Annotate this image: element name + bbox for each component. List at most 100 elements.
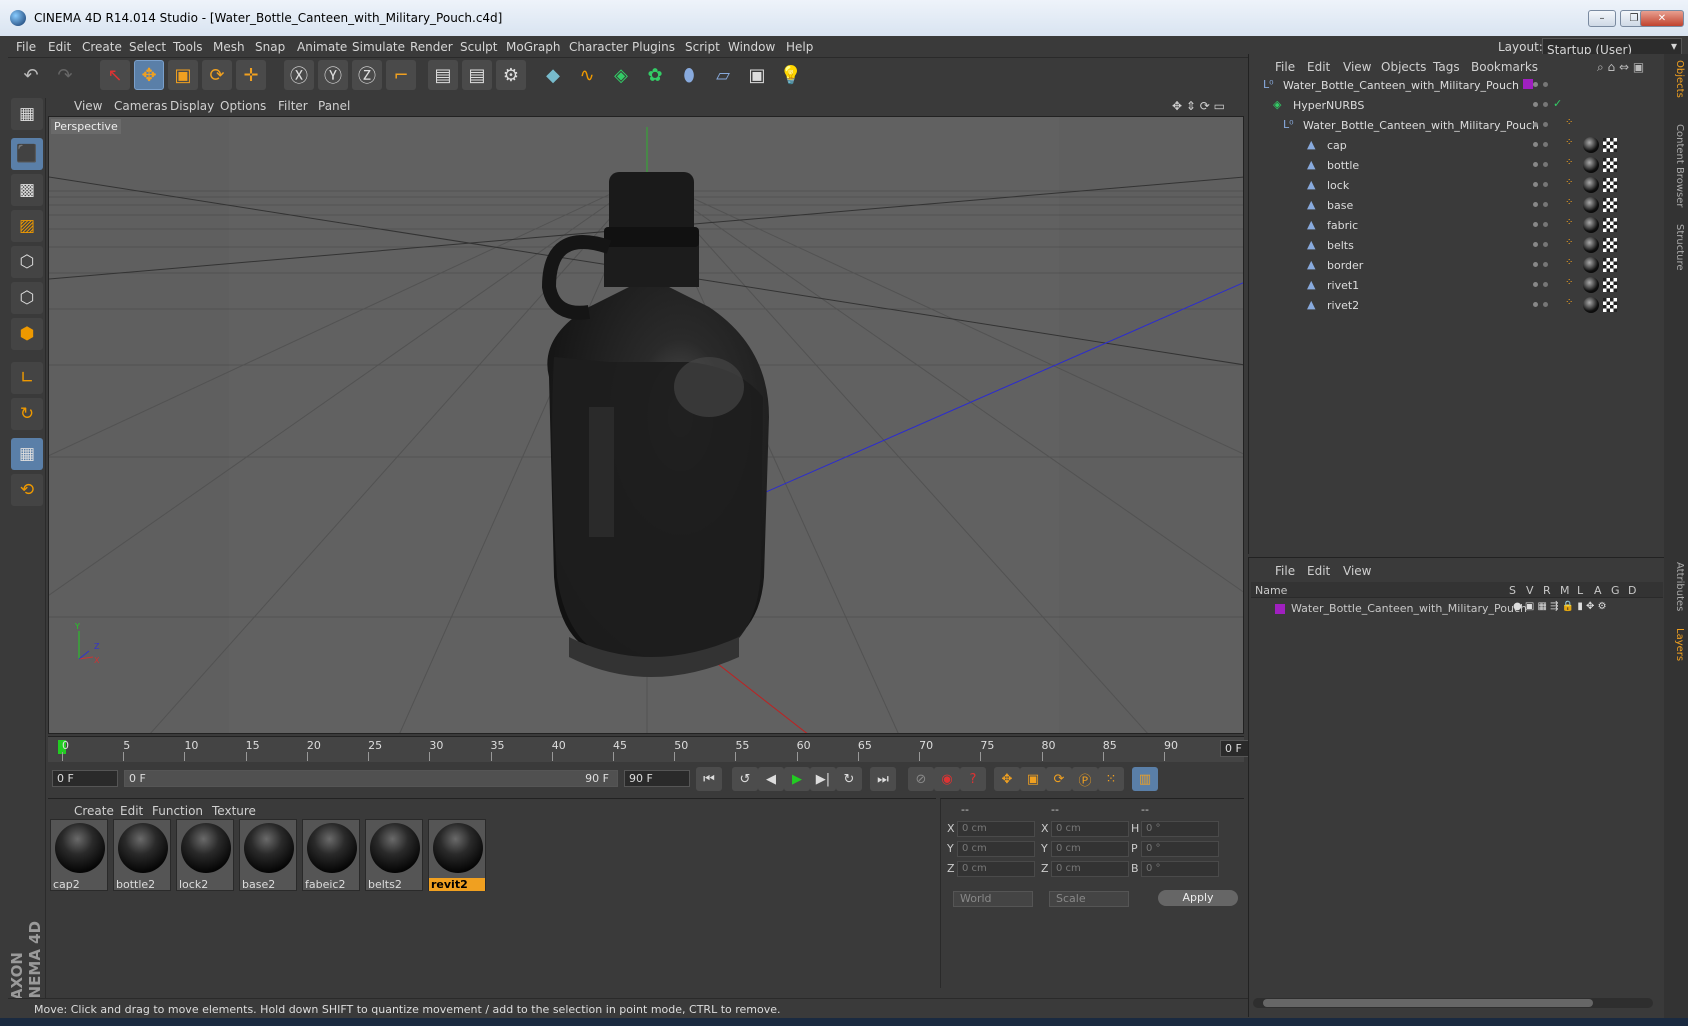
layer-name[interactable]: Water_Bottle_Canteen_with_Military_Pouch [1291,602,1527,615]
object-row[interactable]: ◈ HyperNURBS ✓ [1253,96,1663,116]
next-frame-icon[interactable]: ▶| [810,767,836,791]
coord-value-field[interactable]: 0 cm [1051,861,1129,877]
scale-dropdown[interactable]: Scale [1049,891,1129,907]
phong-tag-icon[interactable]: ⁘ [1565,257,1573,268]
render-visibility-dot[interactable] [1543,262,1548,267]
editor-visibility-dot[interactable] [1533,102,1538,107]
menu-snap[interactable]: Snap [255,40,285,54]
render-visibility-dot[interactable] [1543,182,1548,187]
material-swatch[interactable]: lock2 [176,819,234,891]
object-row[interactable]: ▲ belts ⁘ [1253,236,1663,256]
material-swatch[interactable]: base2 [239,819,297,891]
obj-menu-edit[interactable]: Edit [1307,60,1330,74]
timeline-window-icon[interactable]: ▥ [1132,767,1158,791]
phong-tag-icon[interactable]: ⁘ [1565,157,1573,168]
obj-menu-tags[interactable]: Tags [1433,60,1460,74]
viewport-nav-icons[interactable]: ✥ ⇕ ⟳ ▭ [1172,99,1225,113]
menu-sculpt[interactable]: Sculpt [460,40,497,54]
viewport-menu-panel[interactable]: Panel [318,99,350,113]
editor-visibility-dot[interactable] [1533,262,1538,267]
workplane-icon[interactable]: ▨ [11,210,43,242]
side-tab-content-browser[interactable]: Content Browser [1667,124,1685,207]
minimize-button[interactable]: – [1588,10,1616,27]
cube-icon[interactable]: ◆ [538,60,568,90]
snap-icon[interactable]: ↻ [11,398,43,430]
key-rotation-icon[interactable]: ⟳ [1046,767,1072,791]
viewport-menu-display[interactable]: Display [170,99,214,113]
uvw-tag-icon[interactable] [1603,198,1617,212]
end-frame-field[interactable]: 90 F [624,770,690,787]
key-scale-icon[interactable]: ▣ [1020,767,1046,791]
object-name[interactable]: Water_Bottle_Canteen_with_Military_Pouch [1283,79,1519,92]
render-visibility-dot[interactable] [1543,142,1548,147]
goto-start-icon[interactable]: ⏮ [696,767,722,791]
material-swatch[interactable]: fabeic2 [302,819,360,891]
mat-menu-create[interactable]: Create [74,804,114,818]
render-visibility-dot[interactable] [1543,122,1548,127]
object-row[interactable]: ▲ base ⁘ [1253,196,1663,216]
play-icon[interactable]: ▶ [784,767,810,791]
object-row[interactable]: ▲ cap ⁘ [1253,136,1663,156]
object-name[interactable]: base [1327,199,1353,212]
x-axis-icon[interactable]: Ⓧ [284,60,314,90]
viewport-menu-options[interactable]: Options [220,99,266,113]
uvw-tag-icon[interactable] [1603,218,1617,232]
phong-tag-icon[interactable]: ⁘ [1565,277,1573,288]
object-row[interactable]: L⁰ Water_Bottle_Canteen_with_Military_Pou… [1253,116,1663,136]
floor-icon[interactable]: ▱ [708,60,738,90]
redo-icon[interactable]: ↷ [50,60,80,90]
render-visibility-dot[interactable] [1543,302,1548,307]
layer-color-swatch[interactable] [1523,79,1533,89]
editor-visibility-dot[interactable] [1533,202,1538,207]
side-tab-attributes[interactable]: Attributes [1667,562,1685,611]
obj-menu-view[interactable]: View [1343,60,1371,74]
autokey-icon[interactable]: ◉ [934,767,960,791]
record-keys-icon[interactable]: ⊘ [908,767,934,791]
coord-value-field[interactable]: 0 cm [1051,841,1129,857]
object-name[interactable]: cap [1327,139,1347,152]
phong-tag-icon[interactable]: ⁘ [1565,137,1573,148]
layer-color-swatch[interactable] [1275,604,1285,614]
material-tag-icon[interactable] [1583,177,1599,193]
layout-select[interactable]: Startup (User) ▾ [1542,38,1682,57]
menu-mesh[interactable]: Mesh [213,40,245,54]
editor-visibility-dot[interactable] [1533,122,1538,127]
render-visibility-dot[interactable] [1543,282,1548,287]
object-name[interactable]: fabric [1327,219,1358,232]
render-visibility-dot[interactable] [1543,202,1548,207]
editor-visibility-dot[interactable] [1533,82,1538,87]
array-icon[interactable]: ✿ [640,60,670,90]
spline-icon[interactable]: ∿ [572,60,602,90]
coord-value-field[interactable]: 0 cm [957,821,1035,837]
object-name[interactable]: belts [1327,239,1354,252]
goto-prev-key-icon[interactable]: ↺ [732,767,758,791]
object-name[interactable]: bottle [1327,159,1359,172]
menu-plugins[interactable]: Plugins [632,40,675,54]
phong-tag-icon[interactable]: ⁘ [1565,117,1573,128]
menu-create[interactable]: Create [82,40,122,54]
layer-row[interactable]: Water_Bottle_Canteen_with_Military_Pouch… [1251,600,1663,618]
recent-tool-icon[interactable]: ✛ [236,60,266,90]
key-param-icon[interactable]: Ⓟ [1072,767,1098,791]
material-tag-icon[interactable] [1583,277,1599,293]
polygons-mode-icon[interactable]: ⬢ [11,318,43,350]
menu-select[interactable]: Select [129,40,166,54]
material-tag-icon[interactable] [1583,257,1599,273]
move-tool-icon[interactable]: ✥ [134,60,164,90]
render-settings-icon[interactable]: ⚙ [496,60,526,90]
editor-visibility-dot[interactable] [1533,182,1538,187]
editor-visibility-dot[interactable] [1533,242,1538,247]
uvw-tag-icon[interactable] [1603,178,1617,192]
material-swatch[interactable]: revit2 [428,819,486,891]
axis-mode-icon[interactable]: ∟ [11,362,43,394]
prev-frame-icon[interactable]: ◀ [758,767,784,791]
layer-menu-view[interactable]: View [1343,564,1371,578]
perspective-viewport[interactable]: Y ZX Perspective [48,116,1244,734]
material-swatch[interactable]: belts2 [365,819,423,891]
menu-render[interactable]: Render [410,40,453,54]
planar-workplane-icon[interactable]: ⟲ [11,474,43,506]
keyframe-selection-icon[interactable]: ? [960,767,986,791]
phong-tag-icon[interactable]: ⁘ [1565,197,1573,208]
object-name[interactable]: border [1327,259,1363,272]
layer-menu-file[interactable]: File [1275,564,1295,578]
